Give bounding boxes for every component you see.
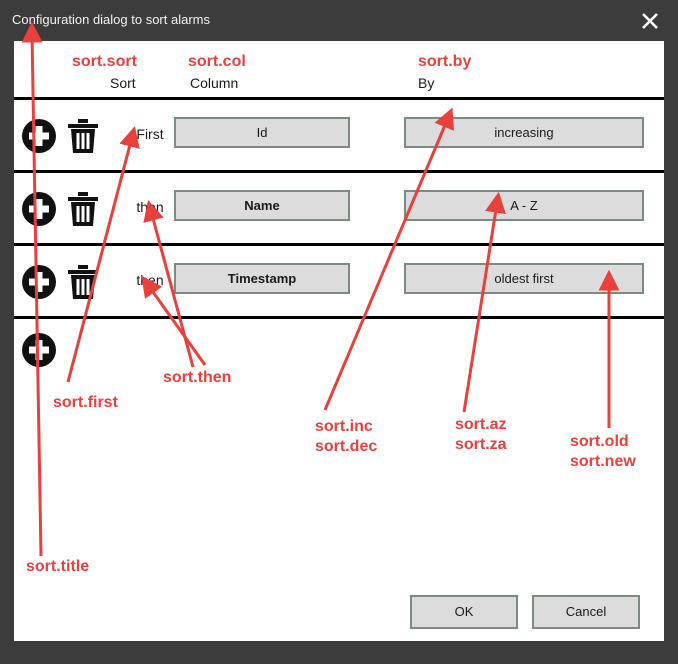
column-select-button[interactable]: Name <box>174 190 350 221</box>
sort-order-label: then <box>136 199 164 215</box>
by-select-button[interactable]: increasing <box>404 117 644 148</box>
cancel-button[interactable]: Cancel <box>532 595 640 629</box>
add-row-icon[interactable] <box>20 263 58 301</box>
column-header-by: By <box>418 75 435 91</box>
ok-button[interactable]: OK <box>410 595 518 629</box>
sort-configuration-dialog: Configuration dialog to sort alarms Sort… <box>0 0 678 659</box>
sort-order-label: then <box>136 272 164 288</box>
sort-row: then Name A - Z <box>14 173 664 246</box>
dialog-title: Configuration dialog to sort alarms <box>12 12 210 27</box>
dialog-titlebar: Configuration dialog to sort alarms <box>0 0 678 41</box>
delete-row-icon[interactable] <box>66 191 100 227</box>
add-row-icon[interactable] <box>20 331 58 369</box>
column-header-column: Column <box>190 75 239 91</box>
sort-order-label: First <box>136 126 164 142</box>
column-select-button[interactable]: Id <box>174 117 350 148</box>
column-header-sort: Sort <box>110 75 136 91</box>
add-new-sort-row <box>14 319 664 369</box>
delete-row-icon[interactable] <box>66 264 100 300</box>
dialog-body: Sort Column By First Id increasing then … <box>14 41 664 641</box>
column-select-button[interactable]: Timestamp <box>174 263 350 294</box>
sort-row: then Timestamp oldest first <box>14 246 664 319</box>
by-select-button[interactable]: A - Z <box>404 190 644 221</box>
by-select-button[interactable]: oldest first <box>404 263 644 294</box>
sort-row: First Id increasing <box>14 100 664 173</box>
delete-row-icon[interactable] <box>66 118 100 154</box>
close-icon[interactable] <box>638 9 662 33</box>
add-row-icon[interactable] <box>20 117 58 155</box>
column-header-row: Sort Column By <box>14 41 664 100</box>
add-row-icon[interactable] <box>20 190 58 228</box>
